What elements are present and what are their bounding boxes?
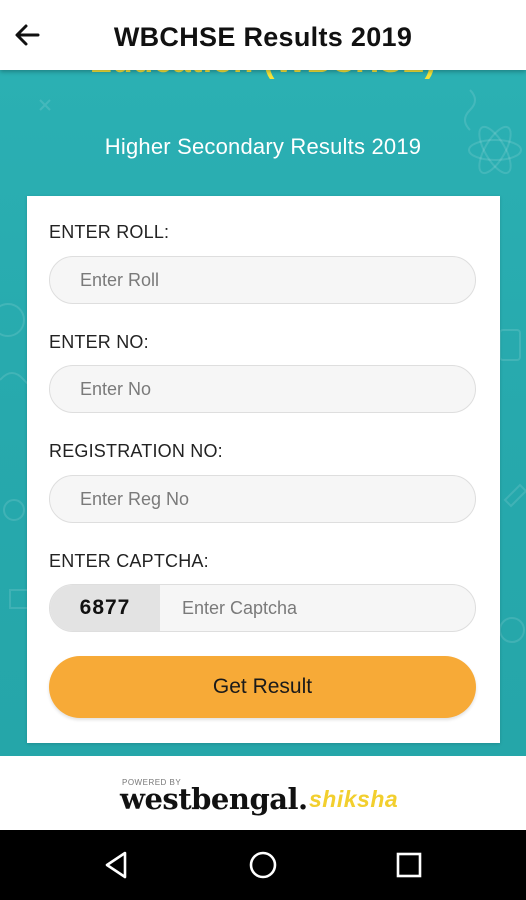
roll-label: ENTER ROLL: <box>49 222 170 242</box>
system-navigation-bar <box>0 830 526 900</box>
triangle-back-icon[interactable] <box>101 849 133 881</box>
captcha-label: ENTER CAPTCHA: <box>49 551 209 571</box>
result-form-card: ENTER ROLL: ENTER NO: REGISTRATION NO: E… <box>27 196 500 743</box>
board-name-heading: Education (WBCHSE) <box>0 70 526 80</box>
captcha-input[interactable] <box>160 585 475 631</box>
registration-input[interactable] <box>49 475 476 523</box>
get-result-button[interactable]: Get Result <box>49 656 476 718</box>
captcha-field: 6877 <box>49 584 476 632</box>
number-input[interactable] <box>49 365 476 413</box>
registration-label: REGISTRATION NO: <box>49 441 223 461</box>
results-subtitle: Higher Secondary Results 2019 <box>104 134 422 159</box>
circle-home-icon[interactable] <box>247 849 279 881</box>
brand-logo-main: westbengal. <box>120 782 308 816</box>
captcha-code: 6877 <box>50 585 160 631</box>
number-label: ENTER NO: <box>49 332 149 352</box>
brand-logo-sub: shiksha <box>309 786 399 812</box>
hero-section: Education (WBCHSE) Higher Secondary Resu… <box>0 70 526 756</box>
page-title: WBCHSE Results 2019 <box>113 22 413 52</box>
square-recents-icon[interactable] <box>393 849 425 881</box>
roll-input[interactable] <box>49 256 476 304</box>
app-bar: WBCHSE Results 2019 <box>0 0 526 70</box>
powered-by-footer: POWERED BY westbengal. shiksha <box>0 756 526 830</box>
